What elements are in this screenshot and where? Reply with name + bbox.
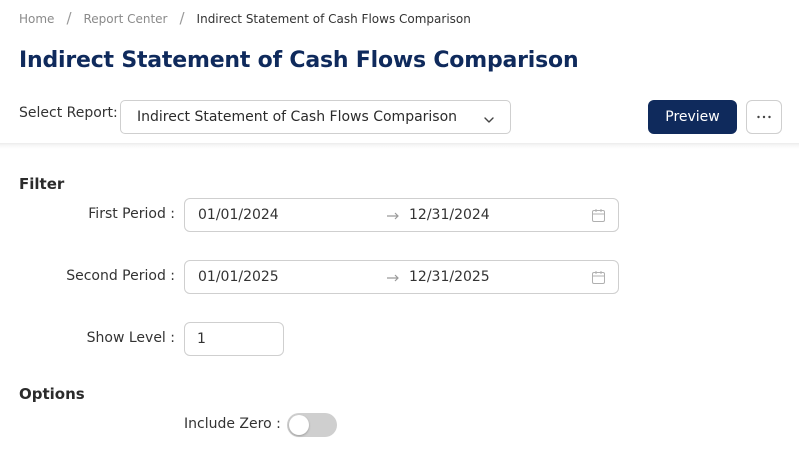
header-divider (0, 143, 799, 149)
first-period-start-date[interactable]: 01/01/2024 (198, 207, 279, 223)
show-level-label: Show Level : (86, 330, 175, 346)
breadcrumb: Home / Report Center / Indirect Statemen… (19, 9, 471, 28)
options-section-title: Options (19, 385, 85, 403)
include-zero-toggle[interactable] (287, 413, 337, 437)
report-select[interactable]: Indirect Statement of Cash Flows Compari… (120, 100, 511, 134)
second-period-start-date[interactable]: 01/01/2025 (198, 269, 279, 285)
first-period-label: First Period : (88, 206, 175, 222)
include-zero-label: Include Zero : (184, 416, 281, 432)
calendar-icon (592, 209, 605, 222)
show-level-input[interactable]: 1 (184, 322, 284, 356)
second-period-end-date[interactable]: 12/31/2025 (409, 269, 490, 285)
report-select-value: Indirect Statement of Cash Flows Compari… (137, 109, 458, 125)
breadcrumb-current: Indirect Statement of Cash Flows Compari… (196, 12, 471, 26)
page-header: Home / Report Center / Indirect Statemen… (0, 0, 799, 145)
second-period-label: Second Period : (66, 268, 175, 284)
show-level-value: 1 (197, 331, 206, 347)
breadcrumb-separator: / (66, 9, 72, 27)
breadcrumb-home[interactable]: Home (19, 12, 54, 26)
first-period-end-date[interactable]: 12/31/2024 (409, 207, 490, 223)
breadcrumb-report-center[interactable]: Report Center (84, 12, 168, 26)
filter-section-title: Filter (19, 175, 65, 193)
select-report-label: Select Report: (19, 105, 118, 121)
calendar-icon (592, 271, 605, 284)
second-period-range-picker[interactable]: 01/01/2025 12/31/2025 (184, 260, 619, 294)
arrow-right-icon (387, 274, 399, 282)
ellipsis-icon (757, 115, 771, 119)
preview-button[interactable]: Preview (648, 100, 737, 134)
first-period-range-picker[interactable]: 01/01/2024 12/31/2024 (184, 198, 619, 232)
more-options-button[interactable] (746, 100, 782, 134)
arrow-right-icon (387, 212, 399, 220)
page-title: Indirect Statement of Cash Flows Compari… (19, 48, 579, 73)
toggle-knob (289, 415, 309, 435)
chevron-down-icon (484, 117, 494, 123)
breadcrumb-separator: / (179, 9, 185, 27)
